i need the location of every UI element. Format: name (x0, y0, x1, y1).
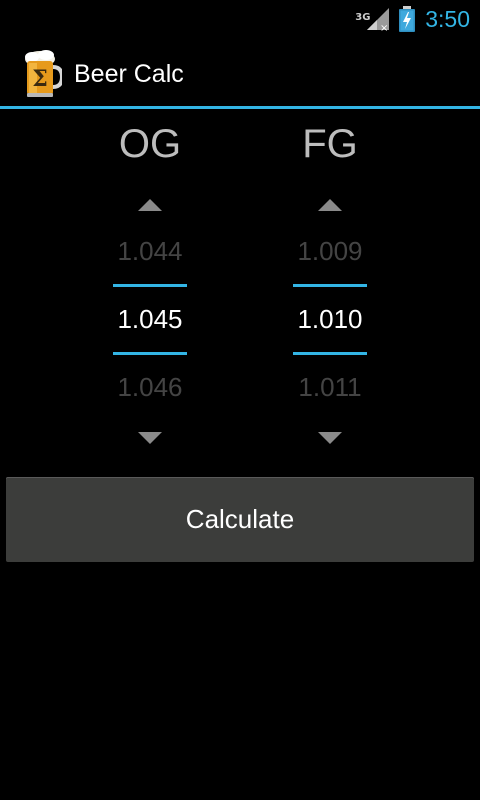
svg-text:Σ: Σ (32, 66, 48, 92)
og-selection-divider-top (113, 284, 187, 287)
og-prev-value[interactable]: 1.044 (90, 236, 210, 267)
og-label: OG (118, 122, 182, 166)
fg-label: FG (302, 122, 358, 166)
fg-next-value[interactable]: 1.011 (270, 372, 390, 403)
og-picker[interactable]: OG 1.044 1.045 1.046 (90, 112, 210, 462)
network-type-label: 3G (355, 12, 371, 23)
fg-current-value[interactable]: 1.010 (270, 304, 390, 335)
status-clock: 3:50 (425, 5, 470, 32)
og-current-value[interactable]: 1.045 (90, 304, 210, 335)
fg-increment-arrow-icon[interactable] (318, 199, 342, 211)
status-bar: 3G × 3:50 (0, 0, 480, 38)
og-selection-divider-bottom (113, 352, 187, 355)
fg-selection-divider-bottom (293, 352, 367, 355)
fg-selection-divider-top (293, 284, 367, 287)
signal-indicator: 3G × (355, 6, 393, 34)
app-title: Beer Calc (74, 60, 184, 88)
fg-prev-value[interactable]: 1.009 (270, 236, 390, 267)
calculate-button[interactable]: Calculate (6, 477, 474, 562)
og-next-value[interactable]: 1.046 (90, 372, 210, 403)
fg-picker[interactable]: FG 1.009 1.010 1.011 (270, 112, 390, 462)
svg-text:×: × (380, 23, 388, 32)
og-decrement-arrow-icon[interactable] (138, 432, 162, 444)
beer-mug-icon[interactable]: Σ (22, 49, 62, 99)
fg-decrement-arrow-icon[interactable] (318, 432, 342, 444)
action-bar (0, 38, 480, 106)
action-bar-divider (0, 106, 480, 109)
status-icons: 3G × 3:50 (355, 0, 470, 38)
og-increment-arrow-icon[interactable] (138, 199, 162, 211)
battery-charging-icon (399, 6, 416, 32)
